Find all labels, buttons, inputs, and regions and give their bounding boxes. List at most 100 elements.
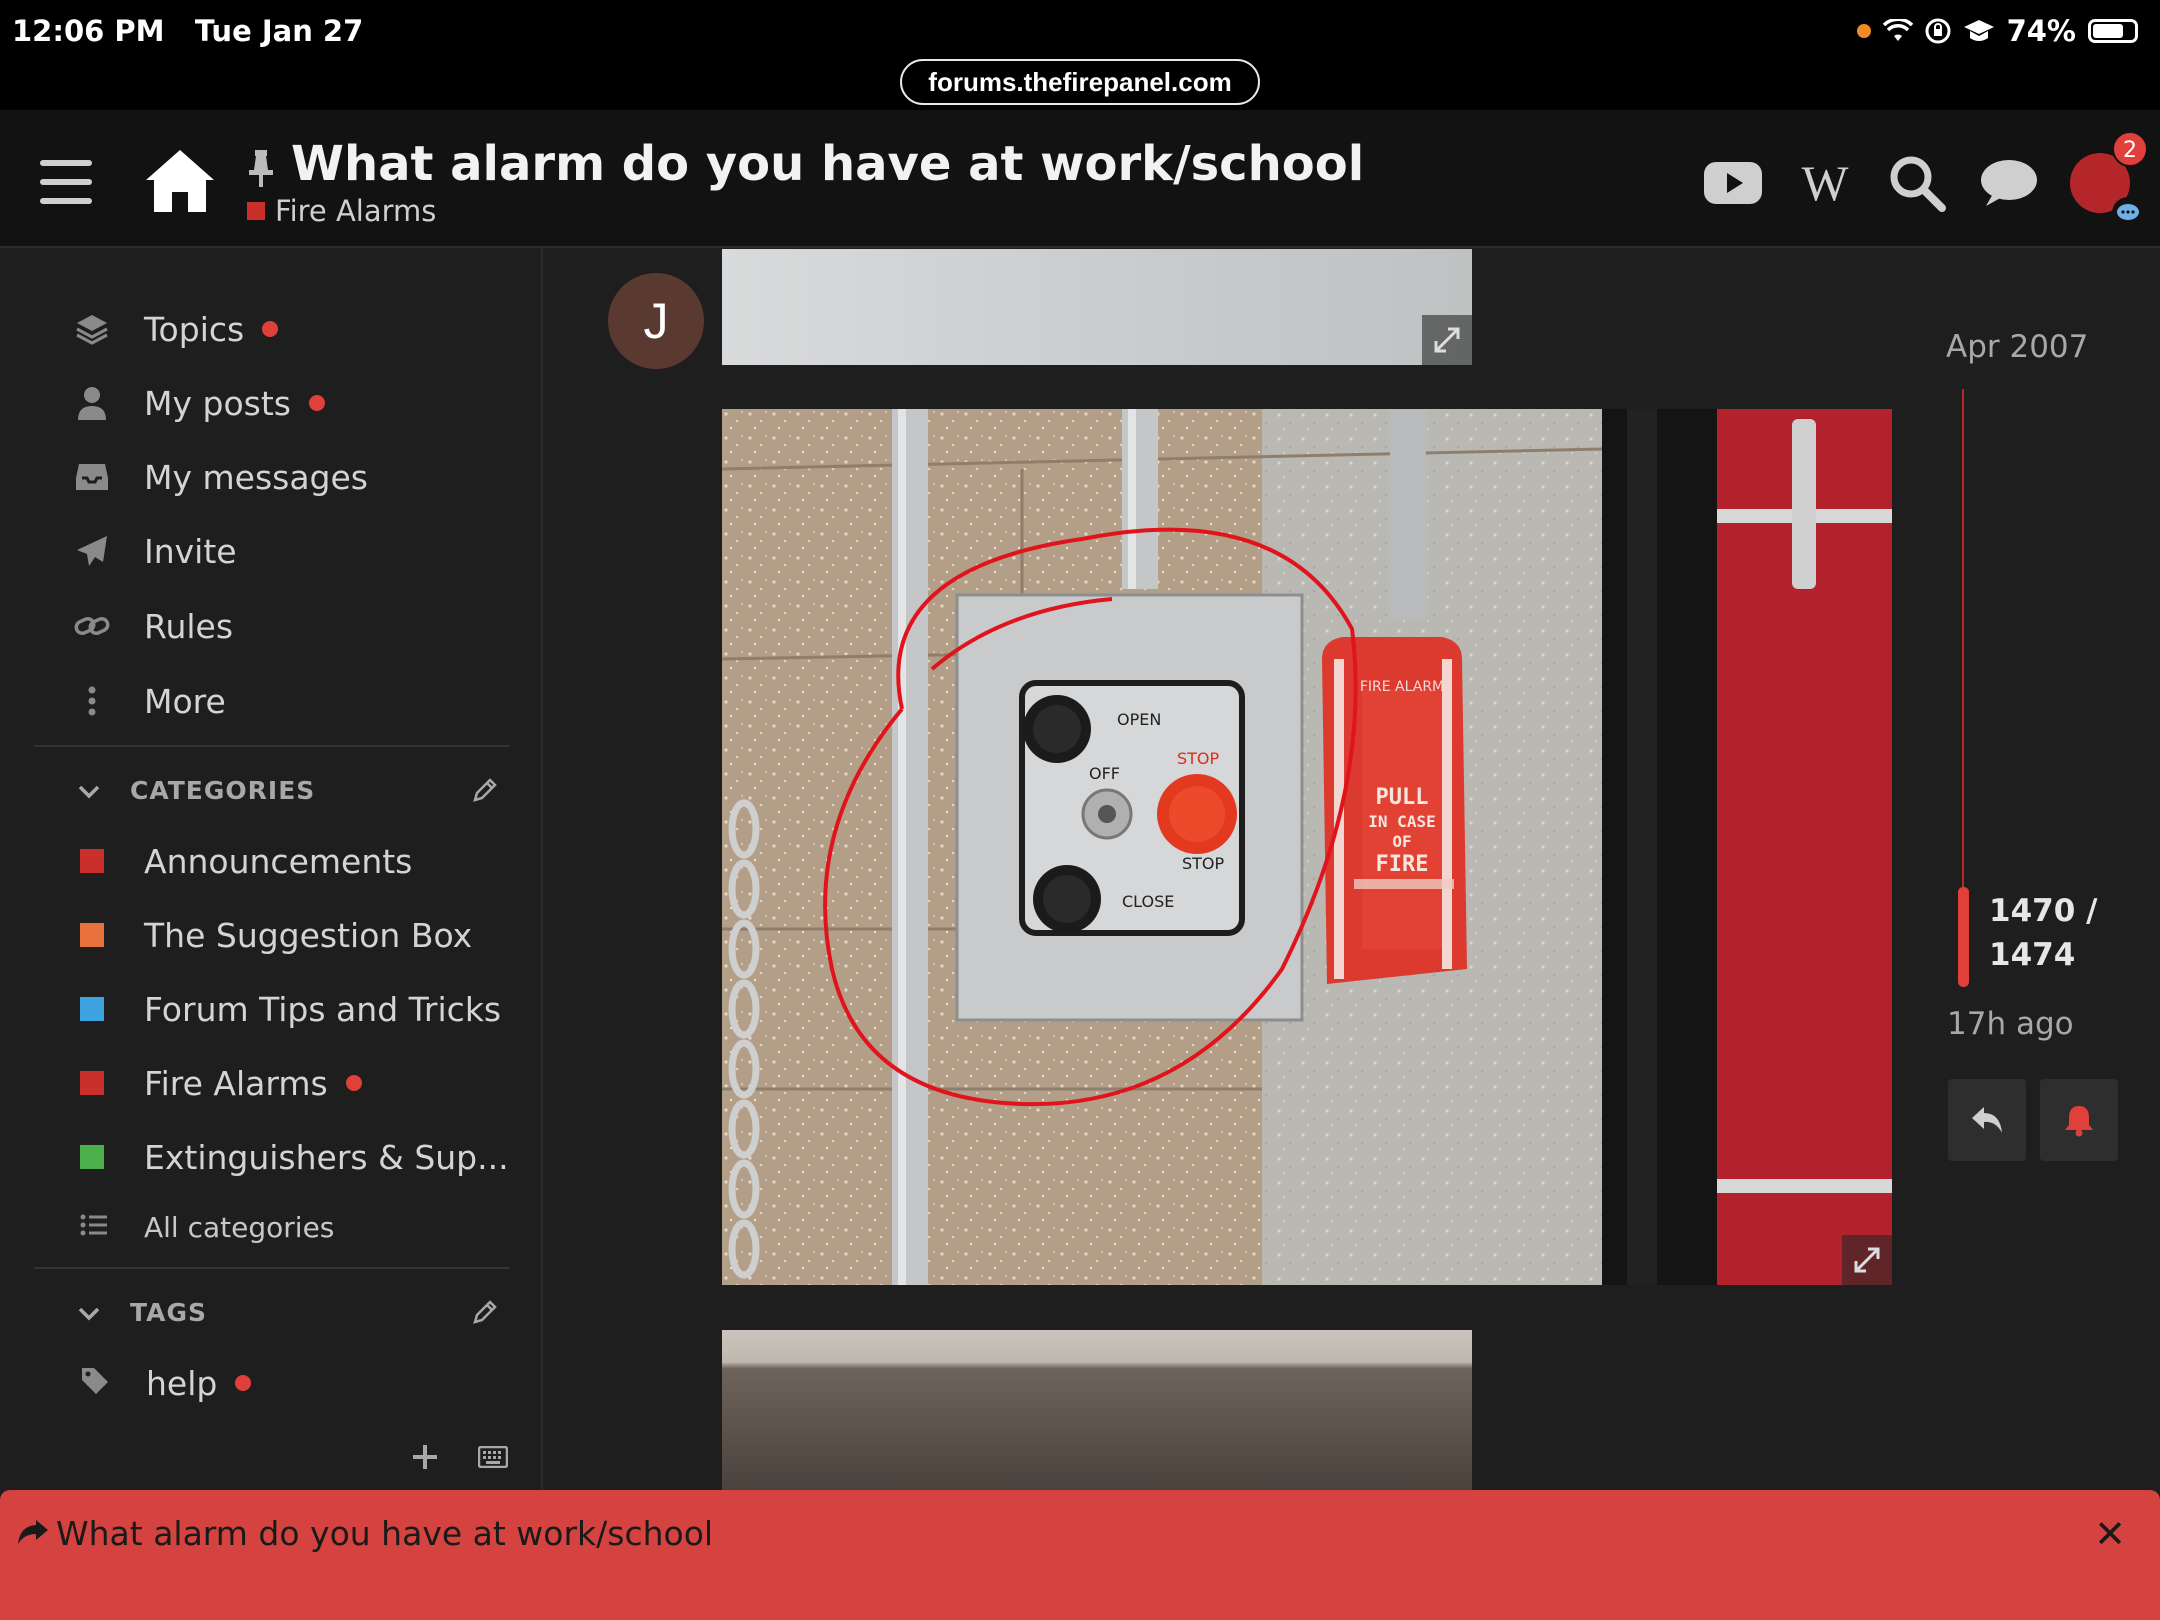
wifi-icon <box>1882 19 1913 41</box>
edit-tags-pencil-icon[interactable] <box>472 1299 498 1329</box>
bell-icon <box>2065 1106 2093 1137</box>
category-color-swatch <box>80 1071 104 1095</box>
sidebar-item-invite[interactable]: Invite <box>70 523 237 579</box>
svg-text:FIRE: FIRE <box>1376 852 1429 877</box>
svg-text:PULL: PULL <box>1376 785 1429 810</box>
status-icons: 74% <box>1856 14 2138 48</box>
expand-image-icon[interactable] <box>1842 1235 1892 1285</box>
chevron-down-icon <box>78 1298 100 1327</box>
home-icon[interactable] <box>142 146 218 216</box>
sidebar-divider <box>34 1267 510 1269</box>
timeline-track[interactable] <box>1962 389 1964 889</box>
hamburger-menu-icon[interactable] <box>40 160 92 204</box>
alarm-panel-photo: OPEN OFF STOP STOP CLOSE FIRE ALARM PULL… <box>722 409 1892 1285</box>
post-image-previous[interactable] <box>722 249 1472 365</box>
edit-categories-pencil-icon[interactable] <box>472 777 498 807</box>
sidebar-category-forum-tips[interactable]: Forum Tips and Tricks <box>80 981 501 1037</box>
sidebar-all-categories[interactable]: All categories <box>80 1199 334 1255</box>
list-icon <box>80 1213 108 1241</box>
sidebar-category-extinguishers[interactable]: Extinguishers & Sup... <box>80 1129 509 1185</box>
share-arrow-icon <box>18 1520 48 1544</box>
notification-level-button[interactable] <box>2040 1079 2118 1161</box>
sidebar-item-label: My messages <box>144 457 368 497</box>
sidebar-item-rules[interactable]: Rules <box>70 598 233 654</box>
close-icon[interactable]: ✕ <box>2094 1512 2126 1556</box>
poster-avatar[interactable]: J <box>608 273 704 369</box>
category-label: Fire Alarms <box>144 1063 328 1103</box>
sidebar-item-label: More <box>144 681 226 721</box>
reply-button[interactable] <box>1948 1079 2026 1161</box>
unread-indicator <box>308 395 325 411</box>
search-icon[interactable] <box>1886 152 1948 214</box>
tag-label: help <box>146 1363 218 1403</box>
timeline-scroller-handle[interactable] <box>1958 887 1969 987</box>
timeline-start-date[interactable]: Apr 2007 <box>1946 329 2088 365</box>
post-image-alarm-panel[interactable]: OPEN OFF STOP STOP CLOSE FIRE ALARM PULL… <box>722 409 1892 1285</box>
sidebar-item-my-messages[interactable]: My messages <box>70 449 368 505</box>
category-label: Extinguishers & Sup... <box>144 1137 509 1177</box>
user-avatar[interactable]: 2 <box>2070 131 2148 229</box>
vertical-ellipsis-icon <box>70 686 114 716</box>
keyboard-icon[interactable] <box>477 1445 509 1472</box>
category-color-swatch <box>80 997 104 1021</box>
sidebar-category-suggestion-box[interactable]: The Suggestion Box <box>80 907 472 963</box>
sidebar-tag-help[interactable]: help <box>80 1355 252 1411</box>
timeline-total-posts: 1474 <box>1989 937 2076 973</box>
chevron-down-icon <box>78 776 100 805</box>
wikipedia-icon[interactable]: W <box>1794 152 1856 214</box>
category-color-swatch <box>80 849 104 873</box>
sidebar-item-more[interactable]: More <box>70 673 226 729</box>
unread-indicator <box>262 321 279 337</box>
recording-dot-icon <box>1856 24 1871 38</box>
sidebar-category-announcements[interactable]: Announcements <box>80 833 412 889</box>
expand-image-icon[interactable] <box>1422 315 1472 365</box>
svg-text:W: W <box>1802 158 1849 208</box>
pinned-icon <box>249 150 273 187</box>
topic-stream: J OPEN OFF STOP STOP CLOSE FIRE ALARM PU… <box>545 249 2160 1490</box>
status-time: 12:06 PM Tue Jan 27 <box>12 14 364 48</box>
layers-icon <box>70 312 114 346</box>
sidebar-divider <box>34 745 510 747</box>
unread-indicator <box>235 1375 252 1391</box>
topic-category-label: Fire Alarms <box>275 194 437 228</box>
category-color-swatch <box>247 202 265 220</box>
timeline-current-post: 1470 / <box>1989 893 2098 929</box>
status-bar: 12:06 PM Tue Jan 27 74% forums.thefirepa… <box>0 0 2160 110</box>
sidebar-item-label: Rules <box>144 606 234 646</box>
sidebar: Topics My posts My messages Invite Rules… <box>0 249 543 1490</box>
category-label: Announcements <box>144 841 413 881</box>
svg-text:FIRE ALARM: FIRE ALARM <box>1360 679 1444 695</box>
reply-icon <box>1972 1107 2002 1133</box>
post-image-next[interactable] <box>722 1330 1472 1490</box>
categories-section-toggle[interactable]: CATEGORIES <box>78 776 315 805</box>
sidebar-item-topics[interactable]: Topics <box>70 301 279 357</box>
category-label: Forum Tips and Tricks <box>144 989 502 1029</box>
plus-icon[interactable] <box>412 1444 438 1474</box>
tags-section-toggle[interactable]: TAGS <box>78 1298 207 1327</box>
battery-icon <box>2088 19 2138 43</box>
banner-topic-title: What alarm do you have at work/school <box>56 1514 714 1553</box>
chat-icon[interactable] <box>1978 152 2040 214</box>
topic-title[interactable]: What alarm do you have at work/school <box>291 136 1364 192</box>
inbox-icon <box>70 462 114 492</box>
categories-header: CATEGORIES <box>130 776 316 805</box>
sidebar-category-fire-alarms[interactable]: Fire Alarms <box>80 1055 362 1111</box>
svg-text:OF: OF <box>1392 832 1411 851</box>
svg-text:STOP: STOP <box>1182 854 1225 873</box>
url-bar[interactable]: forums.thefirepanel.com <box>900 59 1260 105</box>
category-color-swatch <box>80 1145 104 1169</box>
youtube-icon[interactable] <box>1702 152 1764 214</box>
all-categories-label: All categories <box>144 1210 335 1244</box>
timeline-position: 1470 / 1474 <box>1989 889 2097 977</box>
chat-bubble-icon <box>2112 197 2144 229</box>
paper-plane-icon <box>70 534 114 568</box>
sidebar-item-my-posts[interactable]: My posts <box>70 375 325 431</box>
topic-category-link[interactable]: Fire Alarms <box>247 194 436 228</box>
battery-percent: 74% <box>2006 14 2076 48</box>
unread-indicator <box>345 1075 362 1091</box>
svg-text:CLOSE: CLOSE <box>1122 892 1174 911</box>
svg-text:IN CASE: IN CASE <box>1368 812 1435 831</box>
sidebar-item-label: Topics <box>144 309 245 349</box>
topic-progress-banner[interactable]: What alarm do you have at work/school ✕ <box>0 1490 2160 1620</box>
timeline-last-activity[interactable]: 17h ago <box>1947 1006 2074 1042</box>
